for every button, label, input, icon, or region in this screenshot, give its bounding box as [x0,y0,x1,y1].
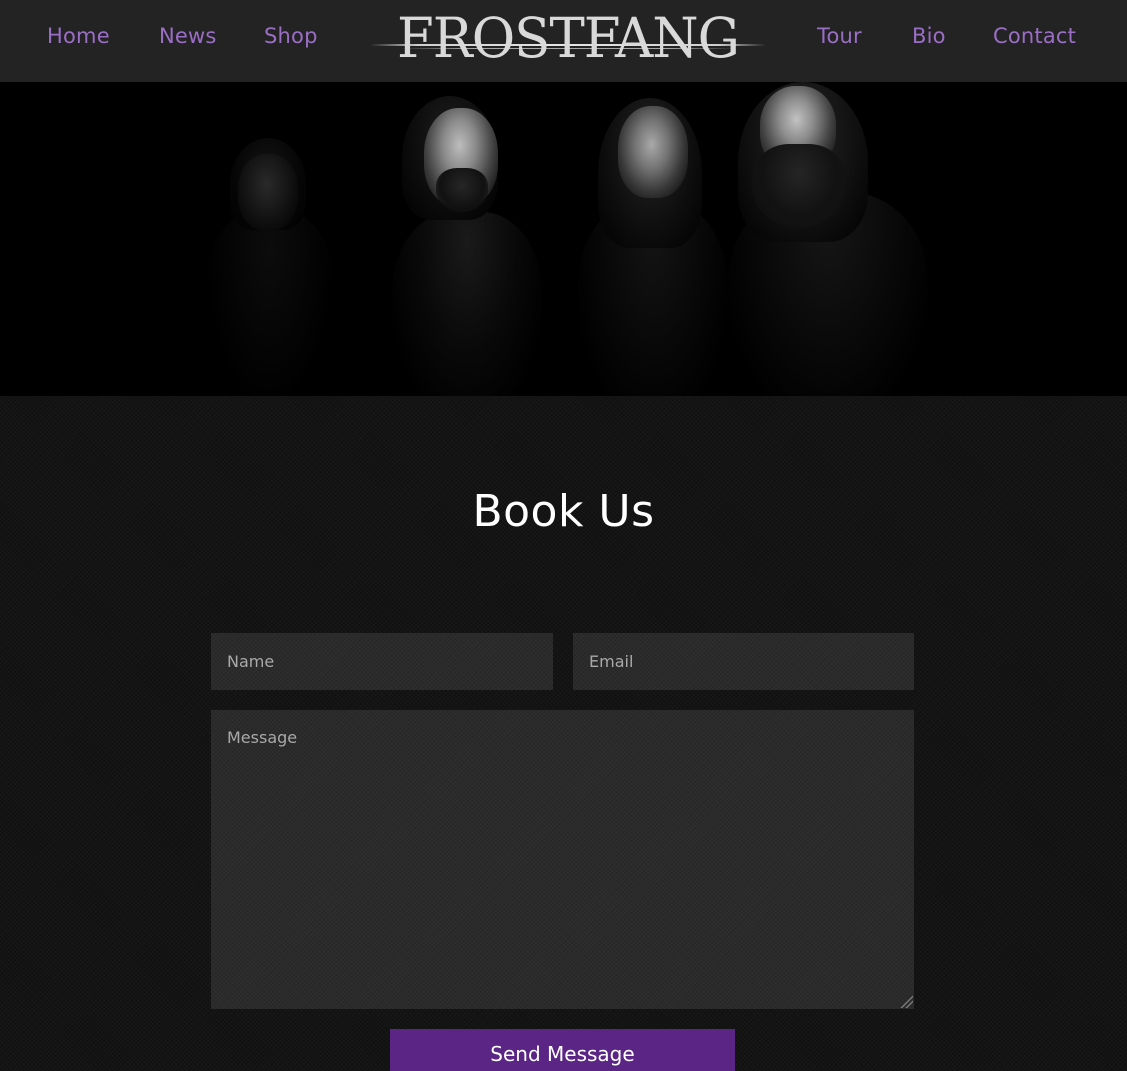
page: Home News Shop FROSTFANG Tour Bio Contac… [0,0,1127,1071]
nav-link-bio[interactable]: Bio [912,22,946,50]
nav-link-shop[interactable]: Shop [264,22,318,50]
message-field[interactable] [211,710,914,1009]
top-navigation: Home News Shop FROSTFANG Tour Bio Contac… [0,0,1127,82]
nav-link-contact[interactable]: Contact [993,22,1076,50]
booking-section: Book Us Send Message [0,396,1127,1071]
hero-band-photo [0,82,1127,396]
nav-link-tour[interactable]: Tour [817,22,862,50]
nav-link-news[interactable]: News [159,22,217,50]
section-title: Book Us [472,486,655,537]
logo-wordmark: FROSTFANG [397,6,740,71]
name-field[interactable] [211,633,553,690]
textarea-resize-handle[interactable] [899,994,913,1008]
send-message-button[interactable]: Send Message [390,1029,735,1071]
email-field[interactable] [573,633,914,690]
nav-link-home[interactable]: Home [47,22,110,50]
band-logo[interactable]: FROSTFANG [370,6,766,71]
